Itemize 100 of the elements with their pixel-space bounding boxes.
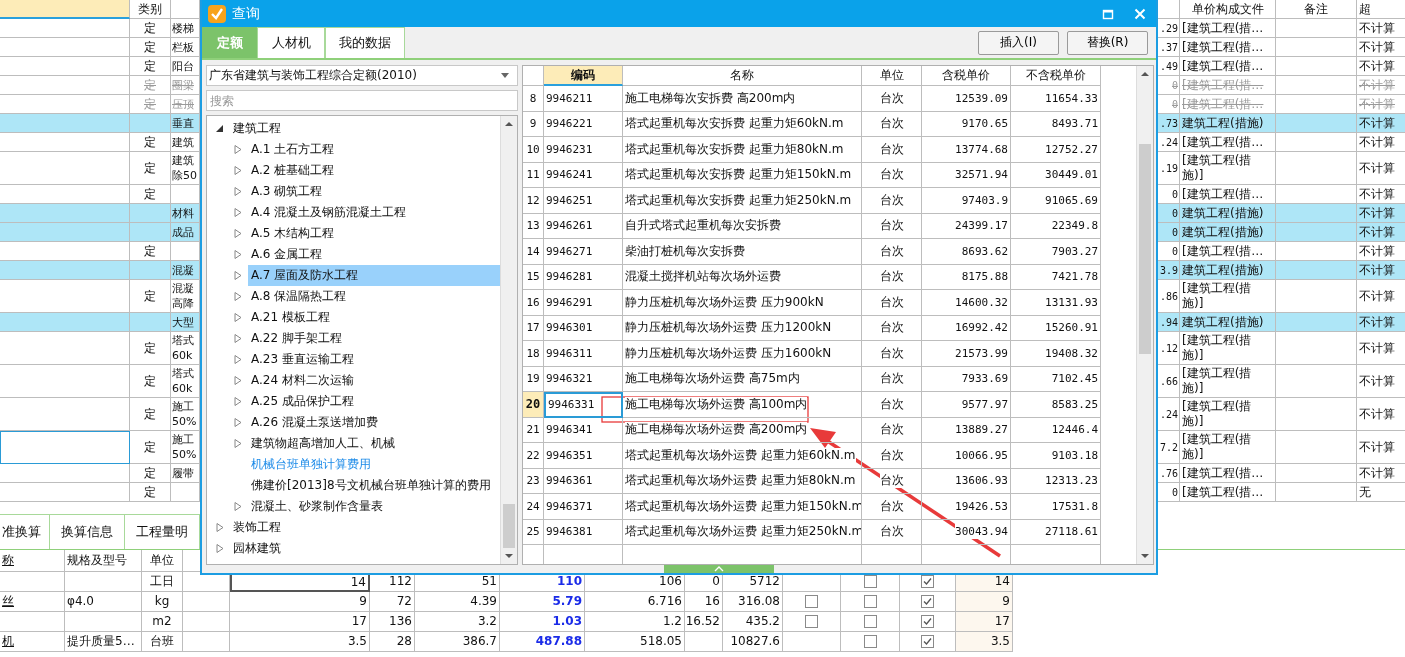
tree-item[interactable]: A.23 垂直运输工程 <box>248 349 500 370</box>
table-cell: 不计算 <box>1357 313 1405 332</box>
table-cell: 塔式起重机每次安拆费 起重力矩150kN.m <box>623 162 862 188</box>
table-cell: 5.79 <box>500 592 585 612</box>
table-cell: 9946231 <box>544 137 623 163</box>
table-cell: 7933.69 <box>922 366 1011 392</box>
table-cell: 台次 <box>862 468 922 494</box>
table-cell: 无 <box>1357 483 1405 502</box>
table-cell: 97403.9 <box>922 188 1011 214</box>
table-cell: 不计算 <box>1357 398 1405 431</box>
table-cell: 不计算 <box>1357 133 1405 152</box>
table-cell: 7421.78 <box>1011 264 1101 290</box>
table-cell: 施工电梯每次安拆费 高200m内 <box>623 86 862 112</box>
table-cell: 台次 <box>862 290 922 316</box>
row-number: 8 <box>523 86 544 112</box>
table-cell: 27118.61 <box>1011 519 1101 545</box>
tree-item[interactable]: A.21 模板工程 <box>248 307 500 328</box>
table-cell: 487.88 <box>500 632 585 652</box>
table-cell: 建筑工程(措施) <box>1180 223 1276 242</box>
column-header: 不含税单价 <box>1011 66 1101 86</box>
table-cell: [建筑工程(措… <box>1180 57 1276 76</box>
row-number: 18 <box>523 341 544 367</box>
row-number: 24 <box>523 494 544 520</box>
table-cell: 435.2 <box>723 612 783 632</box>
row-number: 13 <box>523 213 544 239</box>
tree-item[interactable]: A.8 保温隔热工程 <box>248 286 500 307</box>
table-cell: 8175.88 <box>922 264 1011 290</box>
search-field[interactable]: 搜索 <box>206 90 518 111</box>
table-cell: 不计算 <box>1357 204 1405 223</box>
column-header: 名称 <box>623 66 862 86</box>
table-cell: 9946261 <box>544 213 623 239</box>
table-cell: 19408.32 <box>1011 341 1101 367</box>
table-cell: 建筑工程(措施) <box>1180 313 1276 332</box>
tree-item[interactable]: 园林建筑 <box>230 538 284 559</box>
tree-item[interactable]: 装饰工程 <box>230 517 284 538</box>
tree-item[interactable]: A.26 混凝土泵送增加费 <box>248 412 500 433</box>
row-number: 17 <box>523 315 544 341</box>
table-cell: 不计算 <box>1357 332 1405 365</box>
table-cell: 台次 <box>862 111 922 137</box>
tree-item[interactable]: A.25 成品保护工程 <box>248 391 500 412</box>
table-cell: 3.5 <box>956 632 1013 652</box>
table-cell: 16 <box>685 592 723 612</box>
tree-item[interactable]: A.1 土石方工程 <box>248 139 500 160</box>
tab[interactable]: 人材机 <box>257 27 325 58</box>
tree-item[interactable]: A.24 材料二次运输 <box>248 370 500 391</box>
table-cell: 9946371 <box>544 494 623 520</box>
column-header: 超 <box>1357 0 1405 19</box>
tree-item[interactable]: A.3 砌筑工程 <box>248 181 500 202</box>
row-number: 15 <box>523 264 544 290</box>
tab[interactable]: 准换算 <box>0 514 50 549</box>
table-cell: 台次 <box>862 239 922 265</box>
table-cell: 32571.94 <box>922 162 1011 188</box>
tree-item[interactable]: A.22 脚手架工程 <box>248 328 500 349</box>
row-number: 11 <box>523 162 544 188</box>
table-cell: 6.716 <box>585 592 685 612</box>
tree-item[interactable]: A.2 桩基础工程 <box>248 160 500 181</box>
library-dropdown[interactable]: 广东省建筑与装饰工程综合定额(2010) <box>206 65 518 86</box>
table-cell: 台次 <box>862 137 922 163</box>
table-cell: 0 <box>1158 204 1180 223</box>
table-cell: 自升式塔式起重机每次安拆费 <box>623 213 862 239</box>
table-cell: 1.03 <box>500 612 585 632</box>
tree-item[interactable]: 混凝土、砂浆制作含量表 <box>248 496 500 517</box>
table-cell: 定 <box>130 57 171 76</box>
table-cell: 台次 <box>862 264 922 290</box>
tab[interactable]: 我的数据 <box>325 27 405 58</box>
table-cell: 台次 <box>862 392 922 418</box>
table-cell: 136 <box>370 612 415 632</box>
table-cell: 28 <box>370 632 415 652</box>
table-cell: 静力压桩机每次场外运费 压力1600kN <box>623 341 862 367</box>
column-header: 单位 <box>862 66 922 86</box>
tree-item[interactable]: A.7 屋面及防水工程 <box>248 265 500 286</box>
table-cell: 13131.93 <box>1011 290 1101 316</box>
tree-item[interactable]: 建筑工程 <box>230 118 284 139</box>
table-cell: 9946281 <box>544 264 623 290</box>
table-cell: 9946331 <box>544 392 623 418</box>
table-cell: 不计算 <box>1357 152 1405 185</box>
tree-item[interactable]: A.5 木结构工程 <box>248 223 500 244</box>
table-cell: 9103.18 <box>1011 443 1101 469</box>
table-cell: 13606.93 <box>922 468 1011 494</box>
table-cell: 定 <box>130 431 171 464</box>
tab[interactable]: 换算信息 <box>50 514 125 549</box>
table-cell: kg <box>142 592 183 612</box>
table-cell: 定 <box>130 332 171 365</box>
tree-item[interactable]: A.4 混凝土及钢筋混凝土工程 <box>248 202 500 223</box>
tree-item[interactable]: 机械台班单独计算费用 <box>248 454 500 475</box>
table-cell: 19426.53 <box>922 494 1011 520</box>
table-cell: 塔式起重机每次安拆费 起重力矩80kN.m <box>623 137 862 163</box>
tree-item[interactable]: A.6 金属工程 <box>248 244 500 265</box>
action-button[interactable]: 插入(I) <box>978 30 1059 55</box>
row-number: 9 <box>523 111 544 137</box>
action-button[interactable]: 替换(R) <box>1067 30 1148 55</box>
table-cell: 塔式起重机每次场外运费 起重力矩80kN.m <box>623 468 862 494</box>
column-header: 备注 <box>1276 0 1357 19</box>
tree-item[interactable]: 建筑物超高增加人工、机械 <box>248 433 500 454</box>
table-cell: [建筑工程(措… <box>1180 38 1276 57</box>
table-cell: 混凝土搅拌机站每次场外运费 <box>623 264 862 290</box>
tree-item[interactable]: 佛建价[2013]8号文机械台班单独计算的费用 <box>248 475 500 496</box>
table-cell: 成品 <box>171 223 200 242</box>
table-cell: 13774.68 <box>922 137 1011 163</box>
table-cell: 9946271 <box>544 239 623 265</box>
